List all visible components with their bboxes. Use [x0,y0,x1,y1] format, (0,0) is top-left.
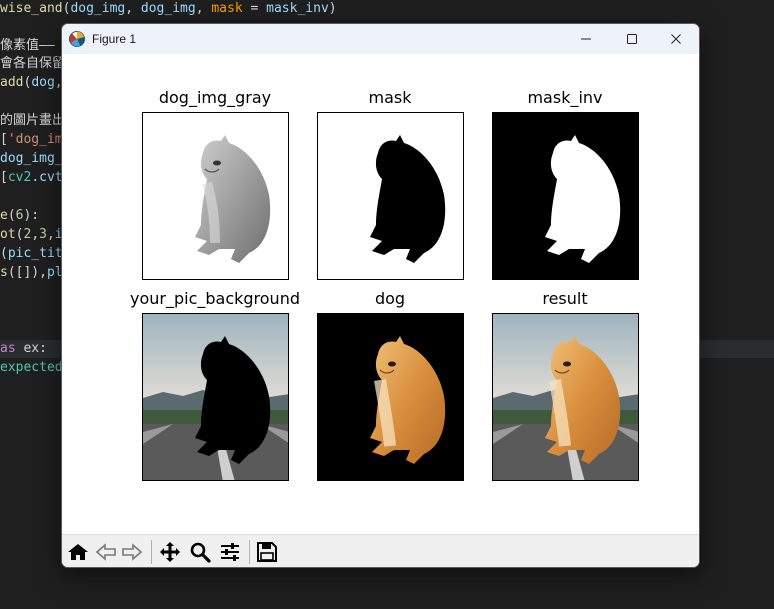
subplot-dog [317,313,464,481]
code-token: s [0,265,8,280]
code-token: expected [0,360,63,375]
subplot-title: result [542,289,588,308]
code-line: e(6): [0,207,39,225]
matplotlib-icon [68,30,86,48]
code-token: dog [31,75,55,90]
code-token: mask_inv [266,1,329,16]
code-token: ): [23,208,40,223]
code-token: . [31,170,40,185]
minimize-icon [581,38,591,40]
subplot-dog-img-gray [142,112,289,280]
home-button[interactable] [66,541,90,563]
code-line: 像素值—— [0,37,55,55]
subplot-title: dog_img_gray [158,88,272,107]
code-token: add [0,75,24,90]
back-icon [95,543,116,561]
maximize-button[interactable] [609,24,655,54]
code-token: , [46,227,55,242]
code-token: ot [0,227,16,242]
code-token: pic_tit [7,246,63,261]
subplot-title: mask [368,88,412,107]
subplot-title: mask_inv [527,88,603,107]
code-token: , [125,1,141,16]
zoom-button[interactable] [188,541,212,563]
configure-subplots-button[interactable] [218,541,242,563]
code-token: 像素值—— [0,38,55,53]
code-line: add(dog, [0,74,63,92]
code-token: 的圖片畫出 [0,113,66,128]
save-icon [257,542,277,562]
figure-canvas[interactable]: dog_img_gray mask mask_inv your_pic_back… [62,54,699,534]
code-token: dog_img [70,1,126,16]
code-token: dog_img_ [0,151,63,166]
window-titlebar[interactable]: Figure 1 [62,24,699,54]
save-button[interactable] [255,541,279,563]
forward-button[interactable] [120,541,144,563]
code-token: e [0,208,8,223]
figure-window: Figure 1 dog_img_gray mask mask_inv your… [61,23,700,568]
code-token: ( [7,208,16,223]
code-token: 會各自保留 [0,56,66,71]
code-token: mask [211,1,243,16]
code-line: wise_and(dog_img, dog_img, mask = mask_i… [0,0,337,18]
navigation-toolbar [62,534,699,567]
subplot-mask [317,112,464,280]
code-line: expected [0,359,63,377]
maximize-icon [627,34,637,44]
home-icon [68,544,88,560]
code-line: as ex: [0,340,47,358]
code-token: , [195,1,212,16]
zoom-icon [190,542,211,563]
code-line: [cv2.cvt [0,169,63,187]
back-button[interactable] [94,541,118,563]
pan-button[interactable] [158,541,182,563]
code-line: 會各自保留 [0,55,65,73]
code-token: cv2 [7,170,32,185]
code-token: 'dog_im [7,132,63,147]
code-token: cvt [39,170,63,185]
code-line: 的圖片畫出 [0,112,65,130]
subplot-result [492,313,639,481]
subplot-title: your_pic_background [129,289,300,308]
code-token: , [31,227,40,242]
toolbar-separator [151,540,152,564]
code-token: ([]), [7,265,47,280]
code-token: ) [328,1,337,16]
subplot-mask-inv [492,112,639,280]
minimize-button[interactable] [563,24,609,54]
code-token: as [0,341,16,356]
code-token: ex: [15,341,47,356]
code-token: = [242,1,267,16]
subplot-title: dog [374,289,406,308]
code-line: dog_img_ [0,150,63,168]
code-line: s([]),pl [0,264,63,282]
code-token: [ [0,132,8,147]
close-icon [671,34,681,44]
close-button[interactable] [653,24,699,54]
forward-icon [122,543,143,561]
pan-icon [160,542,180,562]
code-token: dog_img [140,1,196,16]
code-token: ( [0,246,8,261]
code-line: ot(2,3,i [0,226,63,244]
code-token: [ [0,170,8,185]
subplot-your-pic-background [142,313,289,481]
code-line: (pic_tit [0,245,63,263]
code-token: 3 [39,227,47,242]
configure-subplots-icon [221,543,239,561]
code-token: wise_and [0,1,63,16]
window-title: Figure 1 [92,32,137,46]
toolbar-separator [249,540,250,564]
code-line: ['dog_im [0,131,63,149]
